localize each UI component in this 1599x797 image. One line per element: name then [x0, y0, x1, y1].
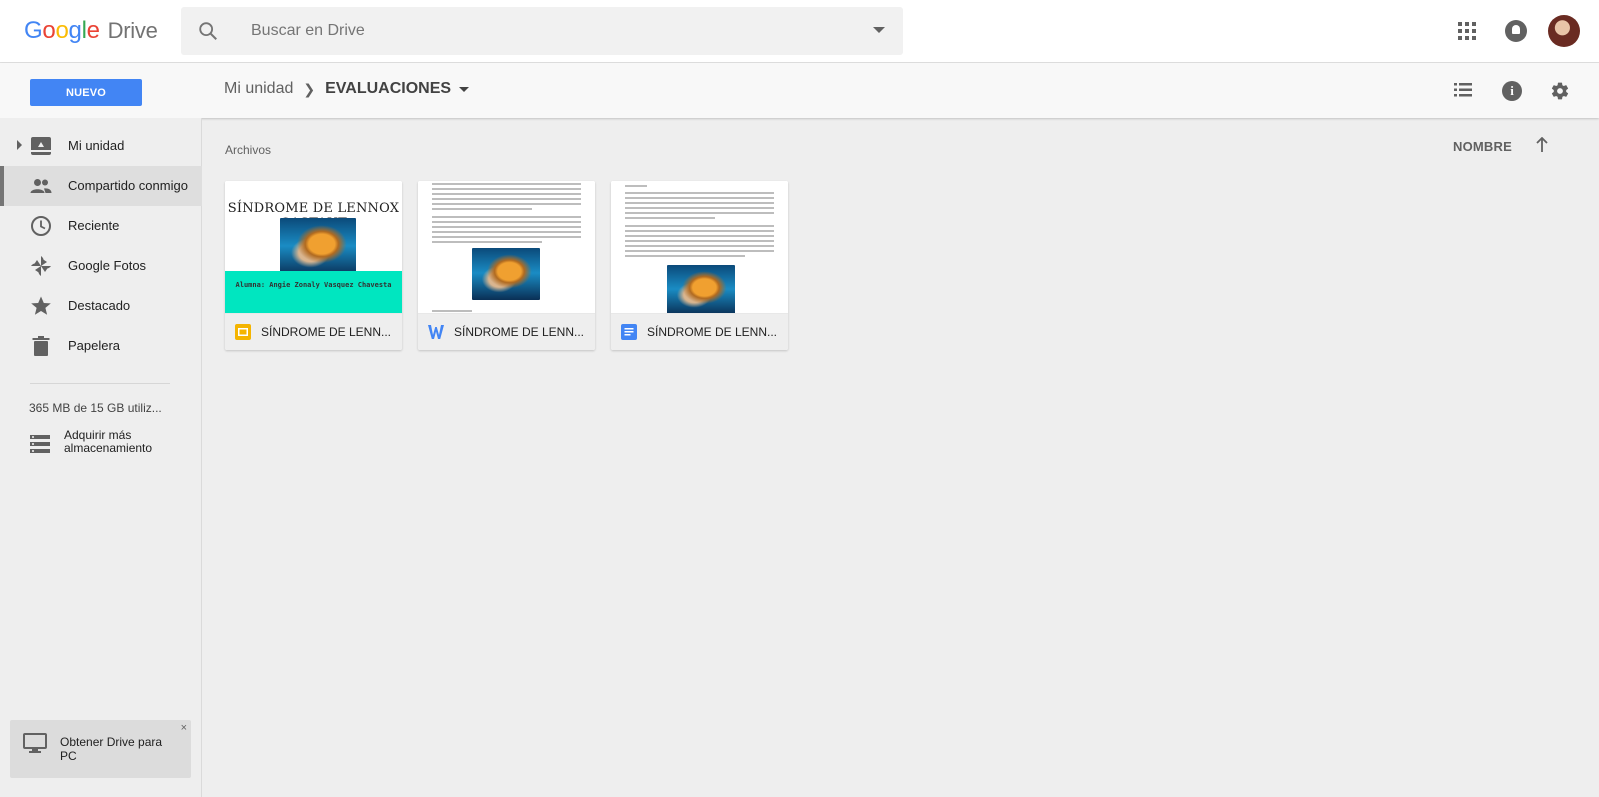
file-card-word[interactable]: SÍNDROME DE LENN...	[418, 181, 595, 350]
sidebar-item-google-photos[interactable]: Google Fotos	[0, 246, 202, 286]
sidebar-item-label: Mi unidad	[68, 138, 125, 153]
breadcrumb-root[interactable]: Mi unidad	[224, 80, 293, 98]
expand-arrow-icon[interactable]	[17, 140, 22, 150]
docs-file-icon	[621, 324, 637, 340]
breadcrumb: Mi unidad ❯ EVALUACIONES	[224, 80, 470, 98]
sidebar-item-label: Compartido conmigo	[68, 178, 188, 193]
sidebar-item-starred[interactable]: Destacado	[0, 286, 202, 326]
buy-storage-link[interactable]: Adquirir más almacenamiento	[30, 429, 200, 465]
search-bar	[181, 7, 903, 55]
gear-icon[interactable]	[1550, 81, 1570, 101]
word-file-icon	[428, 325, 444, 339]
sort-by-name-button[interactable]: NOMBRE	[1453, 139, 1512, 154]
google-drive-logo[interactable]: Google Drive	[24, 17, 158, 45]
chevron-right-icon: ❯	[303, 80, 316, 97]
file-meta: SÍNDROME DE LENN...	[418, 314, 595, 350]
sidebar-item-label: Destacado	[68, 298, 131, 313]
close-icon[interactable]: ×	[181, 722, 187, 734]
sidebar-item-label: Papelera	[68, 338, 121, 353]
folder-menu-caret-icon[interactable]	[459, 86, 470, 92]
logo-google: Google	[24, 17, 100, 44]
clock-icon	[31, 216, 51, 236]
search-input[interactable]	[251, 19, 811, 43]
star-icon	[31, 296, 51, 315]
top-bar: Google Drive	[0, 0, 1599, 63]
sidebar-item-shared-with-me[interactable]: Compartido conmigo	[0, 166, 202, 206]
arrow-up-icon[interactable]	[1535, 137, 1549, 153]
thumbnail-student: Alumna: Angie Zonaly Vasquez Chavesta	[235, 281, 392, 289]
new-button[interactable]: NUEVO	[30, 79, 142, 106]
brain-image	[472, 248, 540, 300]
list-view-icon[interactable]	[1454, 83, 1472, 97]
search-options-caret-icon[interactable]	[873, 27, 885, 33]
file-card-docs[interactable]: SÍNDROME DE LENN...	[611, 181, 788, 350]
brain-image	[280, 218, 356, 276]
sidebar-item-label: Reciente	[68, 218, 120, 233]
file-card-slides[interactable]: SÍNDROME DE LENNOX GASTAUT Alumna: Angie…	[225, 181, 402, 350]
sidebar-item-label: Google Fotos	[68, 258, 147, 273]
monitor-icon	[23, 733, 47, 753]
storage-icon	[30, 435, 50, 453]
file-meta: SÍNDROME DE LENN...	[611, 314, 788, 350]
people-icon	[30, 179, 52, 193]
buy-storage-label: Adquirir más almacenamiento	[64, 428, 153, 455]
search-icon[interactable]	[197, 20, 219, 42]
sidebar-divider	[30, 383, 170, 384]
apps-grid-icon[interactable]	[1458, 22, 1476, 40]
sidebar: Mi unidad Compartido conmigo Reciente Go…	[0, 118, 202, 797]
file-thumbnail	[418, 181, 595, 314]
drive-icon	[31, 137, 51, 155]
storage-usage-text: 365 MB de 15 GB utiliz...	[29, 401, 162, 415]
breadcrumb-current[interactable]: EVALUACIONES	[325, 80, 451, 98]
sidebar-item-trash[interactable]: Papelera	[0, 326, 202, 366]
file-name: SÍNDROME DE LENN...	[454, 325, 585, 339]
brain-image	[667, 265, 735, 313]
slides-file-icon	[235, 324, 251, 340]
logo-product: Drive	[107, 18, 158, 43]
drive-for-pc-promo[interactable]: Obtener Drive para PC ×	[10, 720, 191, 778]
action-bar: NUEVO Mi unidad ❯ EVALUACIONES	[0, 63, 1599, 118]
pinwheel-icon	[31, 256, 51, 276]
file-name: SÍNDROME DE LENN...	[647, 325, 778, 339]
trash-icon	[32, 336, 50, 356]
notifications-bell-icon[interactable]	[1505, 20, 1527, 42]
thumbnail-band	[225, 271, 402, 313]
promo-label: Obtener Drive para PC	[60, 735, 163, 763]
sidebar-item-my-drive[interactable]: Mi unidad	[0, 126, 202, 166]
info-icon[interactable]: i	[1502, 81, 1522, 101]
sidebar-item-recent[interactable]: Reciente	[0, 206, 202, 246]
avatar[interactable]	[1548, 15, 1580, 47]
files-section-heading: Archivos	[225, 143, 272, 157]
file-name: SÍNDROME DE LENN...	[261, 325, 392, 339]
file-thumbnail: SÍNDROME DE LENNOX GASTAUT Alumna: Angie…	[225, 181, 402, 314]
file-meta: SÍNDROME DE LENN...	[225, 314, 402, 350]
file-thumbnail	[611, 181, 788, 314]
